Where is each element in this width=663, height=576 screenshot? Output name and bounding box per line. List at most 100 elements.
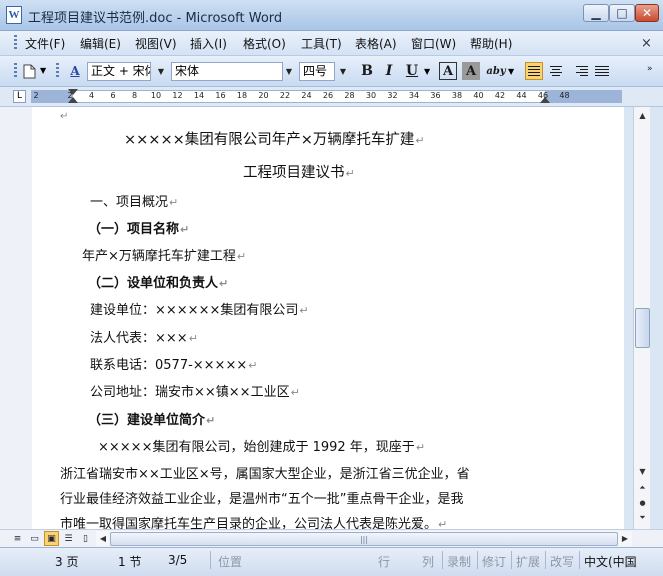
- reading-layout-view-button[interactable]: ▯: [78, 531, 93, 546]
- align-left-button[interactable]: [525, 62, 543, 80]
- font-size-combo[interactable]: 四号: [299, 62, 335, 81]
- menu-table[interactable]: 表格(A): [355, 35, 397, 52]
- heading-project-name[interactable]: （一）项目名称↵: [88, 218, 189, 237]
- status-overtype[interactable]: 改写: [550, 553, 574, 570]
- status-page-of[interactable]: 3/5: [168, 553, 187, 567]
- status-track-changes[interactable]: 修订: [482, 553, 506, 570]
- highlight-dropdown-icon[interactable]: ▼: [508, 67, 514, 76]
- paragraph-profile-line1[interactable]: ×××××集团有限公司，始创建成于 1992 年，现座于↵: [98, 436, 425, 455]
- menubar-grip[interactable]: [14, 35, 17, 51]
- ruler-tick-label: 28: [344, 91, 355, 100]
- word-app-icon[interactable]: W: [6, 6, 22, 24]
- status-extend[interactable]: 扩展: [516, 553, 540, 570]
- paragraph-profile-line3[interactable]: 行业最佳经济效益工业企业，是温州市“五个一批”重点骨干企业，是我: [60, 488, 463, 507]
- previous-page-button[interactable]: ⏶: [634, 481, 651, 495]
- document-title-line2[interactable]: 工程项目建议书↵: [243, 161, 355, 182]
- toolbar-options-icon[interactable]: »: [647, 64, 653, 74]
- heading-company-profile[interactable]: （三）建设单位简介↵: [88, 409, 215, 428]
- paragraph-profile-line2[interactable]: 浙江省瑞安市××工业区×号，属国家大型企业，是浙江省三优企业，省: [60, 463, 470, 482]
- ruler-tick-label: 46: [537, 91, 549, 100]
- paragraph-mark: ↵: [188, 332, 198, 345]
- underline-button[interactable]: U: [403, 62, 421, 80]
- status-column[interactable]: 列: [422, 553, 434, 570]
- print-layout-view-button[interactable]: ▣: [44, 531, 59, 546]
- bold-button[interactable]: B: [358, 62, 376, 80]
- align-right-button[interactable]: [570, 62, 588, 80]
- select-browse-object-button[interactable]: ●: [634, 496, 651, 510]
- menu-edit[interactable]: 编辑(E): [80, 35, 121, 52]
- paragraph-project-name[interactable]: 年产×万辆摩托车扩建工程↵: [82, 245, 246, 264]
- normal-view-button[interactable]: ≡: [10, 531, 25, 546]
- document-page[interactable]: ↵ ×××××集团有限公司年产×万辆摩托车扩建↵ 工程项目建议书↵ 一、项目概况…: [32, 107, 624, 529]
- new-dropdown-icon[interactable]: ▼: [40, 66, 46, 75]
- horizontal-scroll-thumb[interactable]: |||: [110, 532, 618, 546]
- heading-text: （一）项目名称: [88, 222, 180, 237]
- italic-button[interactable]: I: [380, 62, 398, 80]
- paragraph-mark: ↵: [219, 277, 229, 290]
- ruler-tick-label: 20: [258, 91, 269, 100]
- font-size-dropdown-icon[interactable]: ▼: [337, 63, 349, 80]
- status-line[interactable]: 行: [378, 553, 390, 570]
- toolbar-grip[interactable]: [14, 63, 17, 79]
- outline-view-button[interactable]: ☰: [61, 531, 76, 546]
- ruler-tick-label: 34: [408, 91, 420, 100]
- paragraph-mark: ↵: [415, 134, 425, 147]
- horizontal-ruler[interactable]: L 2 2 4 6 8 10 12 14 16 18 20 22 24 26 28 30 32 34 36 38 40 4…: [0, 87, 663, 107]
- status-position[interactable]: 位置: [218, 553, 242, 570]
- heading-text: 一、项目概况: [90, 195, 169, 210]
- body-text: 建设单位：××××××集团有限公司: [90, 303, 299, 318]
- menu-help[interactable]: 帮助(H): [470, 35, 512, 52]
- font-dropdown-icon[interactable]: ▼: [283, 63, 295, 80]
- menu-insert[interactable]: 插入(I): [190, 35, 227, 52]
- web-layout-view-button[interactable]: ▭: [27, 531, 42, 546]
- next-page-button[interactable]: ⏷: [634, 511, 651, 525]
- close-document-icon[interactable]: ×: [641, 36, 652, 51]
- underline-dropdown-icon[interactable]: ▼: [424, 67, 430, 76]
- vertical-scrollbar[interactable]: ▲ ▼ ⏶ ● ⏷: [633, 107, 651, 529]
- vertical-scroll-thumb[interactable]: [635, 308, 650, 348]
- status-section[interactable]: 1 节: [118, 553, 141, 570]
- status-separator: [579, 551, 580, 569]
- font-combo[interactable]: 宋体: [171, 62, 283, 81]
- status-record-macro[interactable]: 录制: [447, 553, 471, 570]
- styles-pane-icon[interactable]: A: [66, 62, 84, 80]
- heading-text: （二）设单位和负责人: [88, 276, 219, 291]
- character-shading-button[interactable]: A: [462, 62, 480, 80]
- toolbar-grip-2[interactable]: [56, 63, 59, 79]
- distributed-align-button[interactable]: [593, 62, 611, 80]
- horizontal-scroll-track[interactable]: ◀ ||| ▶: [96, 531, 632, 546]
- menu-file[interactable]: 文件(F): [25, 35, 65, 52]
- paragraph-address[interactable]: 公司地址：瑞安市××镇××工业区↵: [90, 381, 300, 400]
- close-button[interactable]: ✕: [635, 4, 659, 22]
- paragraph-builder[interactable]: 建设单位：××××××集团有限公司↵: [90, 299, 309, 318]
- tab-selector[interactable]: L: [13, 90, 26, 103]
- new-document-icon[interactable]: [20, 62, 38, 80]
- document-title-line1[interactable]: ×××××集团有限公司年产×万辆摩托车扩建↵: [124, 128, 425, 149]
- menu-view[interactable]: 视图(V): [135, 35, 177, 52]
- paragraph-legal-rep[interactable]: 法人代表：×××↵: [90, 327, 198, 346]
- scroll-up-button[interactable]: ▲: [634, 107, 651, 124]
- title-bar[interactable]: W 工程项目建议书范例.doc - Microsoft Word ▁ □ ✕: [0, 0, 663, 31]
- scroll-right-button[interactable]: ▶: [618, 531, 632, 546]
- scroll-left-button[interactable]: ◀: [96, 531, 110, 546]
- empty-paragraph: ↵: [60, 111, 69, 122]
- scroll-down-button[interactable]: ▼: [634, 463, 651, 479]
- paragraph-profile-line4[interactable]: 市唯一取得国家摩托车生产目录的企业，公司法人代表是陈光爱。↵: [60, 513, 447, 529]
- ruler-tick-label: 30: [365, 91, 377, 100]
- menu-window[interactable]: 窗口(W): [411, 35, 456, 52]
- heading-project-overview[interactable]: 一、项目概况↵: [90, 191, 178, 210]
- style-combo[interactable]: 正文 + 宋体: [87, 62, 151, 81]
- ruler-tick-label: 22: [279, 91, 291, 100]
- highlight-button[interactable]: aby: [484, 62, 508, 80]
- align-center-button[interactable]: [547, 62, 565, 80]
- paragraph-phone[interactable]: 联系电话：0577-×××××↵: [90, 354, 257, 373]
- menu-tools[interactable]: 工具(T): [301, 35, 342, 52]
- maximize-button[interactable]: □: [609, 4, 635, 22]
- heading-owner-unit[interactable]: （二）设单位和负责人↵: [88, 272, 228, 291]
- status-page[interactable]: 3 页: [55, 553, 78, 570]
- character-border-button[interactable]: A: [439, 62, 457, 80]
- menu-format[interactable]: 格式(O): [243, 35, 286, 52]
- style-dropdown-icon[interactable]: ▼: [155, 63, 167, 80]
- status-language[interactable]: 中文(中国: [584, 553, 660, 570]
- minimize-button[interactable]: ▁: [583, 4, 609, 22]
